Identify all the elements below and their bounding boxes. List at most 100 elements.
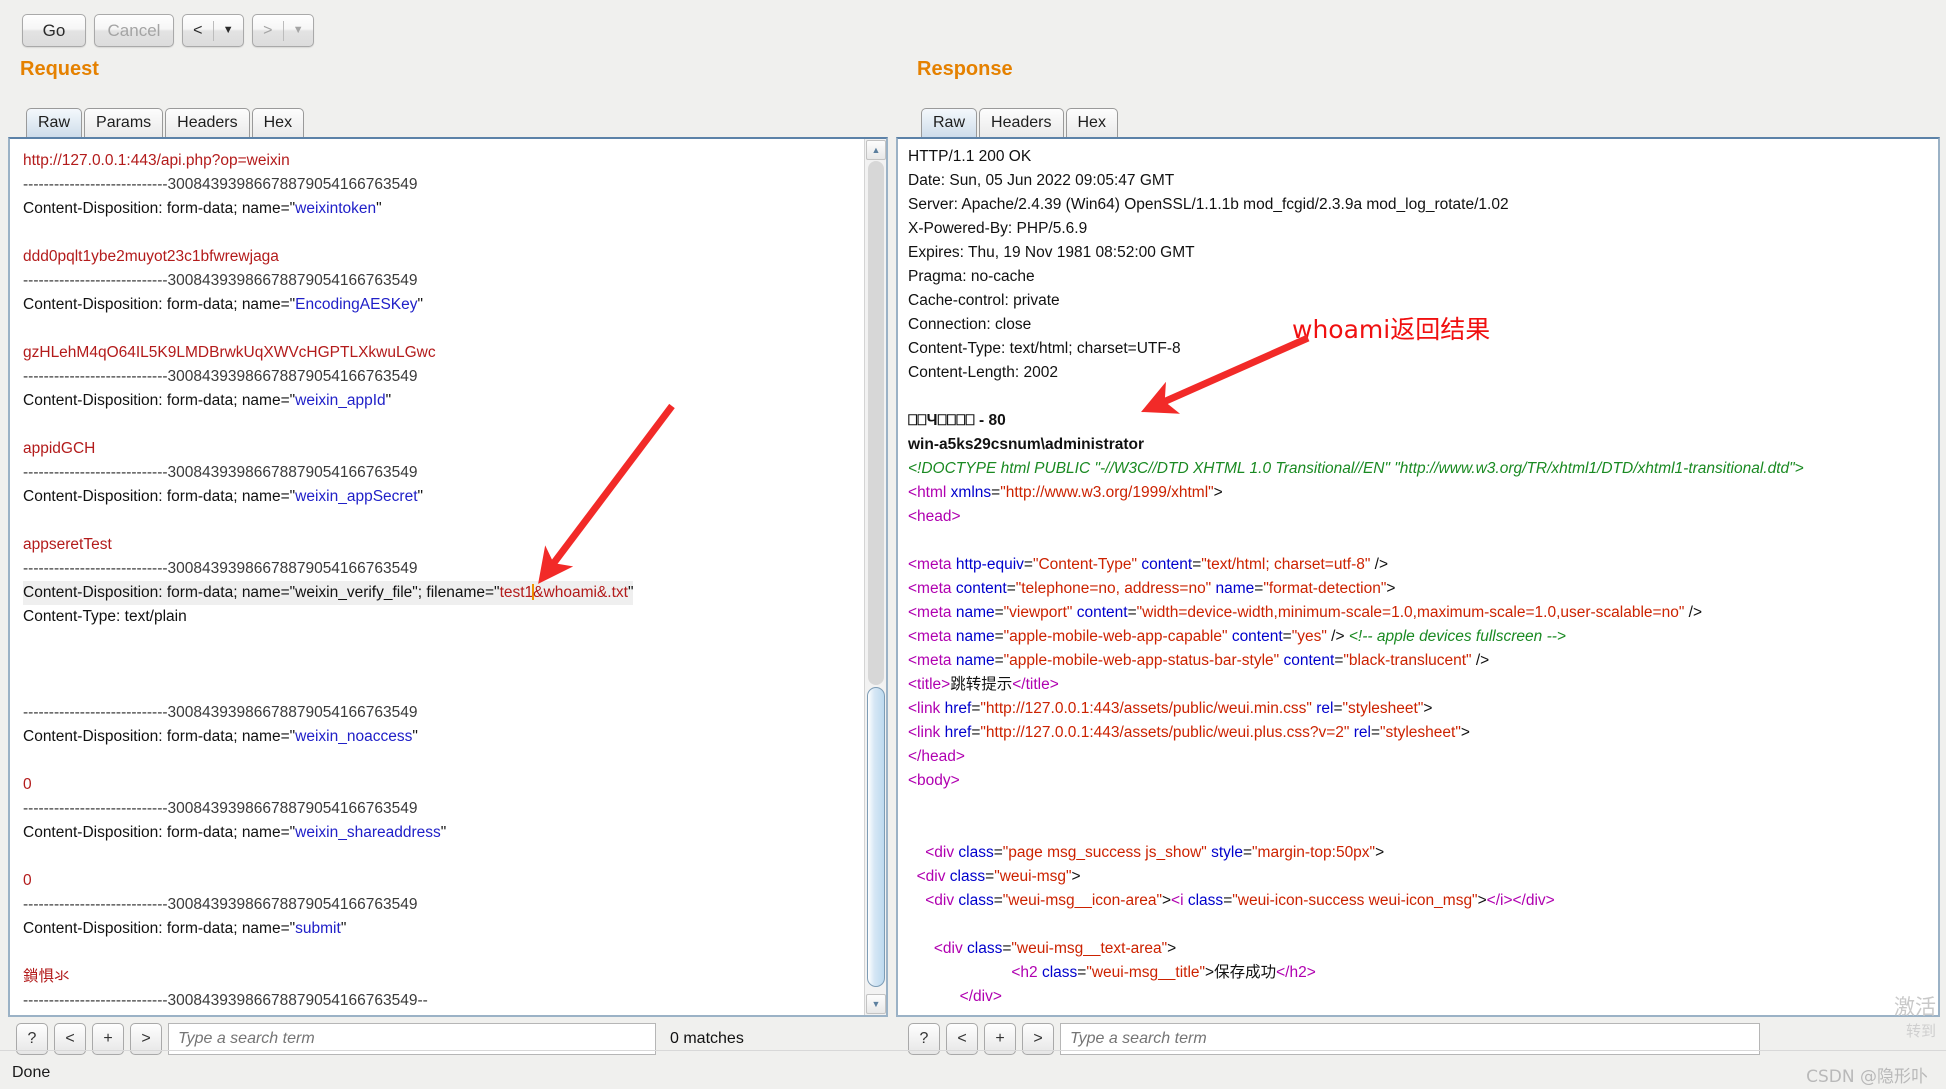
response-tab-raw[interactable]: Raw <box>921 108 978 138</box>
request-tab-headers[interactable]: Headers <box>165 108 250 138</box>
cancel-button[interactable]: Cancel <box>94 14 174 47</box>
response-line: <div class="weui-msg__icon-area"><i clas… <box>908 892 1555 909</box>
response-line: <head> <box>908 508 961 525</box>
request-line: Content-Disposition: form-data; name="En… <box>23 296 424 313</box>
response-line: win-a5ks29csnum\administrator <box>908 436 1145 453</box>
request-line: ----------------------------300843939866… <box>23 464 418 481</box>
chevron-down-icon[interactable]: ▼ <box>214 15 244 46</box>
activation-line-2: 转到 <box>1905 1022 1936 1040</box>
request-line <box>23 629 633 653</box>
go-button[interactable]: Go <box>22 14 86 47</box>
status-bar: Done <box>12 1064 51 1081</box>
request-line <box>23 941 633 965</box>
response-editor[interactable]: HTTP/1.1 200 OK Date: Sun, 05 Jun 2022 09… <box>896 137 1940 1017</box>
response-line: <body> <box>908 772 960 789</box>
response-line: Date: Sun, 05 Jun 2022 09:05:47 GMT <box>908 172 1175 189</box>
request-line <box>23 845 633 869</box>
response-line: <meta name="apple-mobile-web-app-status-… <box>908 652 1490 669</box>
response-line: HTTP/1.1 200 OK <box>908 148 1032 165</box>
response-line: ⎕⎕Ч⎕⎕⎕⎕ - 80 <box>908 412 1006 429</box>
response-line: Server: Apache/2.4.39 (Win64) OpenSSL/1.… <box>908 196 1509 213</box>
response-tab-hex[interactable]: Hex <box>1065 108 1118 138</box>
request-line: ----------------------------300843939866… <box>23 560 418 577</box>
request-line: ----------------------------300843939866… <box>23 800 418 817</box>
request-line <box>23 653 633 677</box>
request-line: 鎖惧氺 <box>23 968 70 985</box>
request-line: 0 <box>23 872 32 889</box>
request-raw-text: http://127.0.0.1:443/api.php?op=weixin --… <box>23 149 634 1013</box>
request-tab-hex[interactable]: Hex <box>251 108 305 138</box>
request-line: ----------------------------300843939866… <box>23 272 418 289</box>
response-line <box>908 529 1804 553</box>
request-line: ----------------------------300843939866… <box>23 896 418 913</box>
request-line: Content-Disposition: form-data; name="su… <box>23 920 347 937</box>
scrollbar-thumb[interactable] <box>867 687 885 987</box>
request-line: ----------------------------300843939866… <box>23 176 418 193</box>
request-line: ----------------------------300843939866… <box>23 368 418 385</box>
request-line: Content-Disposition: form-data; name="we… <box>23 824 447 841</box>
request-line <box>23 749 633 773</box>
response-raw-text: HTTP/1.1 200 OK Date: Sun, 05 Jun 2022 09… <box>908 145 1804 1015</box>
response-line: <div class="page msg_success js_show" st… <box>908 844 1385 861</box>
request-line: gzHLehM4qO64IL5K9LMDBrwkUqXWVcHGPTLXkwuL… <box>23 344 436 361</box>
request-tab-bar: Raw Params Headers Hex <box>26 108 306 138</box>
request-editor[interactable]: http://127.0.0.1:443/api.php?op=weixin --… <box>8 137 888 1017</box>
request-line <box>23 221 633 245</box>
chevron-down-icon[interactable]: ▼ <box>284 15 314 46</box>
response-line: </div> <box>908 988 1002 1005</box>
previous-request-button[interactable]: < ▼ <box>182 14 244 47</box>
request-line: http://127.0.0.1:443/api.php?op=weixin <box>23 152 290 169</box>
response-tab-headers[interactable]: Headers <box>979 108 1064 138</box>
request-line: Content-Type: text/plain <box>23 608 187 625</box>
response-line: <div class="weui-msg"> <box>908 868 1081 885</box>
whoami-annotation-label: whoami返回结果 <box>1292 315 1491 344</box>
request-tab-params[interactable]: Params <box>84 108 164 138</box>
scroll-down-icon[interactable]: ▼ <box>866 994 886 1014</box>
request-panel-title: Request <box>20 58 99 80</box>
request-search-bar: ? < + > 0 matches <box>16 1023 886 1057</box>
response-panel-title: Response <box>917 58 1013 80</box>
request-line <box>23 413 633 437</box>
request-scrollbar[interactable]: ▲ ▼ <box>864 139 886 1015</box>
request-line <box>23 677 633 701</box>
activation-line-1: 激活 <box>1894 995 1936 1019</box>
response-line <box>908 817 1804 841</box>
response-line <box>908 1009 1804 1015</box>
request-line: Content-Disposition: form-data; name="we… <box>23 728 418 745</box>
request-line <box>23 317 633 341</box>
request-line: Content-Disposition: form-data; name="we… <box>23 581 634 605</box>
scroll-up-icon[interactable]: ▲ <box>866 140 886 160</box>
response-line: <meta name="viewport" content="width=dev… <box>908 604 1703 621</box>
response-line: Content-Length: 2002 <box>908 364 1058 381</box>
top-toolbar: Go Cancel < ▼ > ▼ <box>0 0 1946 58</box>
scrollbar-track[interactable] <box>868 161 884 685</box>
request-line: 0 <box>23 776 32 793</box>
csdn-watermark: CSDN @隐形卟 <box>1806 1067 1928 1087</box>
windows-activation-watermark: 激活 转到 <box>1894 995 1936 1043</box>
response-line <box>908 385 1804 409</box>
response-line: <link href="http://127.0.0.1:443/assets/… <box>908 700 1433 717</box>
response-line: Expires: Thu, 19 Nov 1981 08:52:00 GMT <box>908 244 1195 261</box>
response-line: Pragma: no-cache <box>908 268 1035 285</box>
request-line: ----------------------------300843939866… <box>23 992 428 1009</box>
response-line: </head> <box>908 748 965 765</box>
response-line: <meta http-equiv="Content-Type" content=… <box>908 556 1389 573</box>
response-tab-bar: Raw Headers Hex <box>921 108 1120 138</box>
request-line: Content-Disposition: form-data; name="we… <box>23 488 424 505</box>
response-line: <title>跳转提示</title> <box>908 676 1059 693</box>
response-line: <h2 class="weui-msg__title">保存成功</h2> <box>908 964 1316 981</box>
request-tab-raw[interactable]: Raw <box>26 108 83 138</box>
response-line: X-Powered-By: PHP/5.6.9 <box>908 220 1088 237</box>
divider <box>0 1050 1946 1051</box>
response-line: <html xmlns="http://www.w3.org/1999/xhtm… <box>908 484 1223 501</box>
response-line: <meta name="apple-mobile-web-app-capable… <box>908 628 1566 645</box>
request-line: Content-Disposition: form-data; name="we… <box>23 392 392 409</box>
burp-repeater-window: Go Cancel < ▼ > ▼ Request Raw Params Heade… <box>0 0 1946 1089</box>
previous-arrow-icon: < <box>193 22 203 39</box>
request-line: appseretTest <box>23 536 112 553</box>
request-line: ----------------------------300843939866… <box>23 704 418 721</box>
response-line: <!DOCTYPE html PUBLIC "-//W3C//DTD XHTML… <box>908 460 1804 477</box>
request-line: appidGCH <box>23 440 96 457</box>
request-line <box>23 509 633 533</box>
next-request-button[interactable]: > ▼ <box>252 14 314 47</box>
